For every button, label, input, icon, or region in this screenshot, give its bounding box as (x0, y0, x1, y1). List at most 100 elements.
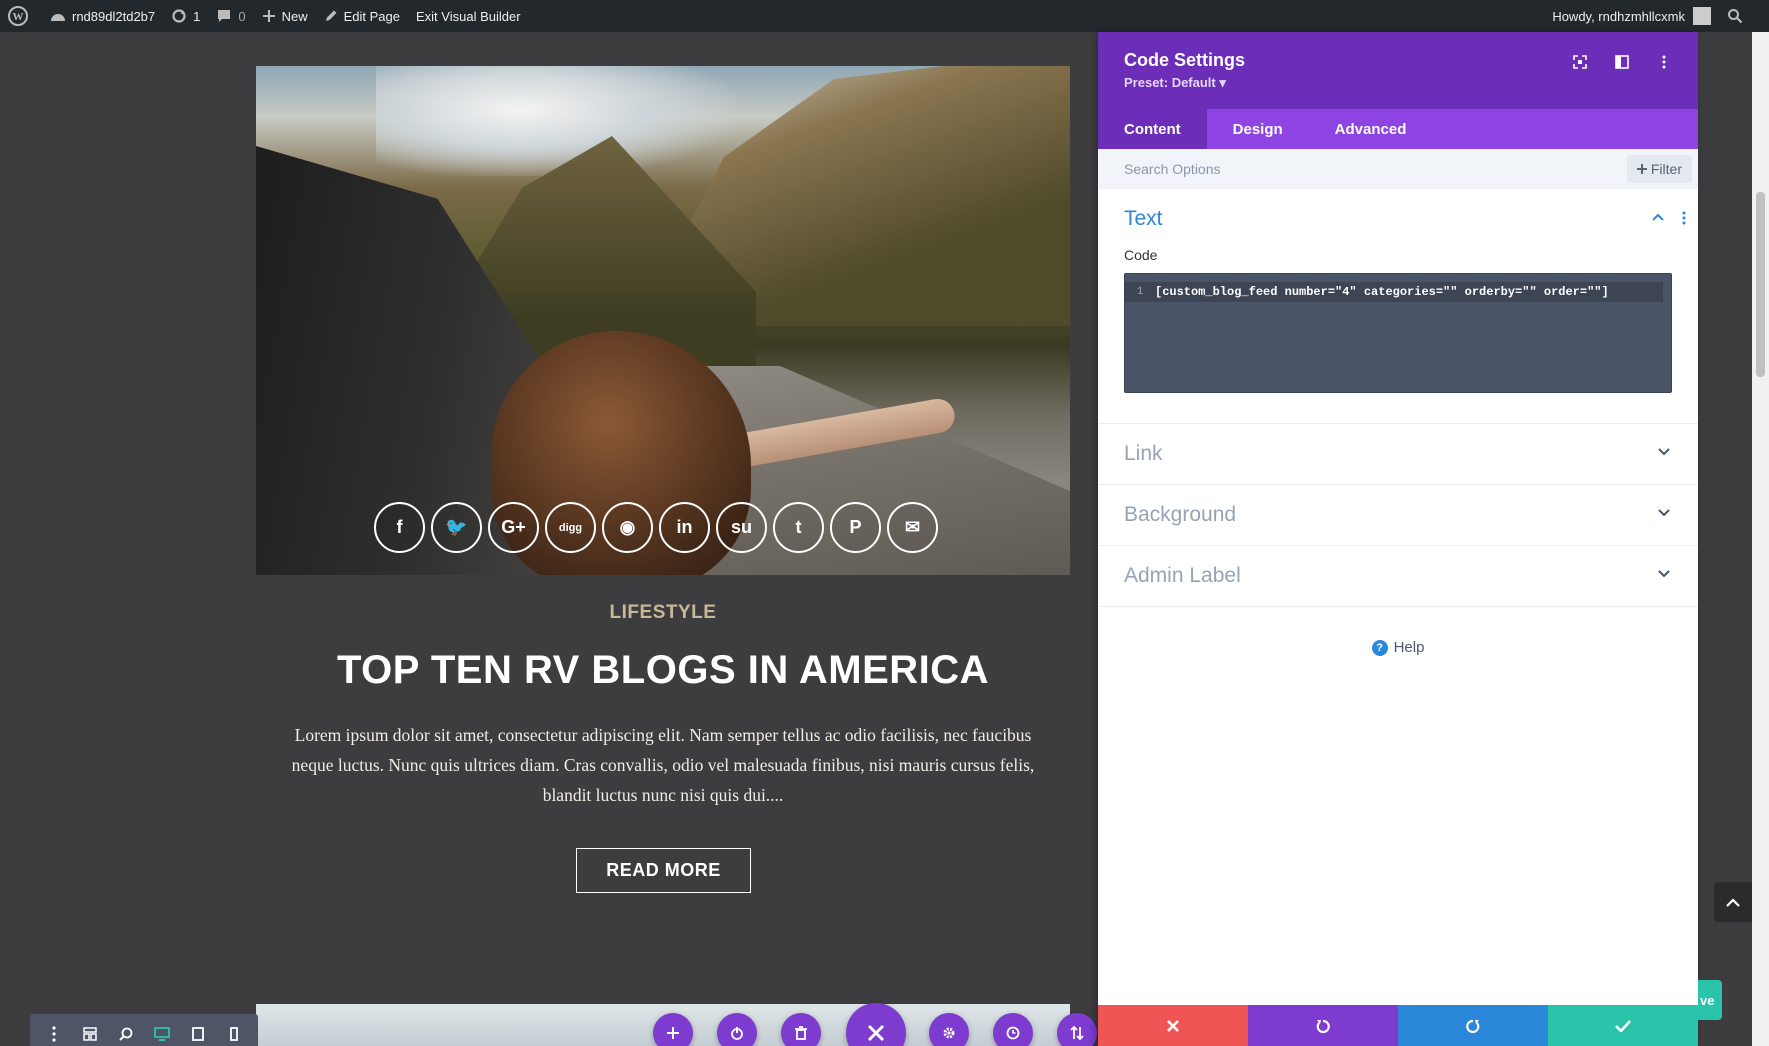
code-editor[interactable]: 1 [custom_blog_feed number="4" categorie… (1124, 273, 1672, 393)
email-share-button[interactable]: ✉ (887, 502, 938, 553)
search-icon (1728, 9, 1743, 24)
tab-advanced[interactable]: Advanced (1309, 109, 1433, 149)
page-scrollbar[interactable] (1752, 32, 1769, 1046)
split-view-button[interactable] (1614, 54, 1630, 70)
link-section: Link (1098, 424, 1698, 485)
zoom-icon (119, 1027, 133, 1041)
exit-builder-label: Exit Visual Builder (416, 8, 521, 24)
exit-visual-builder-link[interactable]: Exit Visual Builder (408, 0, 529, 32)
chevron-up-icon (1652, 213, 1664, 221)
history-button[interactable] (993, 1013, 1033, 1046)
reddit-icon: ◉ (619, 517, 636, 537)
my-account-link[interactable]: Howdy, rndhzmhllcxmk (1544, 0, 1719, 32)
zoom-button[interactable] (112, 1020, 140, 1046)
stumbleupon-share-button[interactable]: su (716, 502, 767, 553)
admin-label-section-toggle[interactable]: Admin Label (1098, 546, 1698, 606)
stumbleupon-icon: su (730, 517, 752, 537)
phone-view-button[interactable] (220, 1020, 248, 1046)
link-section-toggle[interactable]: Link (1098, 424, 1698, 484)
tablet-icon (192, 1027, 204, 1041)
phone-icon (230, 1027, 238, 1041)
help-link[interactable]: ? Help (1098, 639, 1698, 656)
tumblr-share-button[interactable]: t (773, 502, 824, 553)
save-peek-label: ve (1700, 992, 1715, 1008)
twitter-icon: 🐦 (445, 517, 468, 537)
tablet-view-button[interactable] (184, 1020, 212, 1046)
background-section-title: Background (1124, 503, 1237, 526)
comments-link[interactable]: 0 (208, 0, 253, 32)
wordpress-logo-icon[interactable]: W (0, 0, 42, 32)
text-section-toggle[interactable]: Text (1098, 189, 1698, 249)
tab-design[interactable]: Design (1207, 109, 1309, 149)
search-options-input[interactable] (1124, 161, 1524, 177)
portability-transfer-button[interactable] (1057, 1013, 1097, 1046)
desktop-icon (154, 1027, 170, 1041)
new-content-link[interactable]: New (254, 0, 316, 32)
add-module-button[interactable] (653, 1013, 693, 1046)
help-icon: ? (1371, 639, 1388, 656)
new-label: New (281, 8, 308, 24)
background-section-toggle[interactable]: Background (1098, 485, 1698, 545)
view-mode-toolbar (30, 1014, 258, 1046)
edit-page-link[interactable]: Edit Page (316, 0, 408, 32)
chevron-down-icon (1658, 570, 1670, 578)
filter-button[interactable]: Filter (1626, 155, 1692, 183)
panel-footer (1098, 1005, 1698, 1046)
redo-button[interactable] (1398, 1005, 1548, 1046)
save-changes-button[interactable] (1548, 1005, 1698, 1046)
link-section-title: Link (1124, 442, 1163, 465)
undo-button[interactable] (1248, 1005, 1398, 1046)
svg-text:W: W (13, 11, 24, 23)
twitter-share-button[interactable]: 🐦 (431, 502, 482, 553)
code-field-label: Code (1124, 247, 1158, 263)
chevron-down-icon (1658, 509, 1670, 517)
section-options-icon[interactable] (1682, 211, 1686, 225)
panel-header: Code Settings Preset: Default ▾ (1098, 32, 1698, 109)
facebook-share-button[interactable]: f (374, 502, 425, 553)
post-title[interactable]: TOP TEN RV BLOGS IN AMERICA (256, 648, 1070, 693)
site-name-link[interactable]: rnd89dl2td2b7 (42, 0, 163, 32)
pinterest-icon: P (849, 517, 862, 537)
desktop-view-button[interactable] (148, 1020, 176, 1046)
wp-admin-bar: W rnd89dl2td2b7 1 0 New Edit Page Exit V… (0, 0, 1769, 32)
updates-link[interactable]: 1 (163, 0, 208, 32)
tab-content[interactable]: Content (1098, 109, 1207, 149)
code-value[interactable]: [custom_blog_feed number="4" categories=… (1155, 285, 1609, 299)
back-to-top-button[interactable] (1714, 882, 1752, 922)
digg-share-button[interactable]: digg (545, 502, 596, 553)
checkmark-icon (1615, 1019, 1631, 1032)
clock-icon (1006, 1026, 1020, 1040)
builder-menu-button[interactable] (40, 1020, 68, 1046)
pinterest-share-button[interactable]: P (830, 502, 881, 553)
background-section: Background (1098, 485, 1698, 546)
google-plus-icon: G+ (501, 517, 526, 537)
linkedin-share-button[interactable]: in (659, 502, 710, 553)
panel-options-button[interactable] (1656, 54, 1672, 70)
line-number: 1 (1136, 286, 1144, 298)
read-more-button[interactable]: READ MORE (576, 848, 751, 893)
page-settings-button[interactable] (929, 1013, 969, 1046)
discard-changes-button[interactable] (1098, 1005, 1248, 1046)
dashboard-icon (51, 14, 65, 21)
page-preview: f 🐦 G+ digg ◉ in su t P ✉ LIFESTYLE TOP TEN RV BL… (0, 32, 1098, 1046)
delete-button[interactable] (781, 1013, 821, 1046)
scrollbar-thumb[interactable] (1756, 192, 1765, 377)
filter-label: Filter (1650, 161, 1682, 177)
edit-page-label: Edit Page (343, 8, 400, 24)
howdy-label: Howdy, rndhzmhllcxmk (1552, 8, 1685, 24)
trash-icon (795, 1026, 807, 1040)
preset-dropdown[interactable]: Preset: Default ▾ (1124, 75, 1672, 91)
digg-icon: digg (558, 521, 583, 534)
google-plus-share-button[interactable]: G+ (488, 502, 539, 553)
wireframe-view-button[interactable] (76, 1020, 104, 1046)
post-category[interactable]: LIFESTYLE (256, 602, 1070, 624)
site-name: rnd89dl2td2b7 (72, 8, 156, 24)
admin-search-button[interactable] (1719, 0, 1769, 32)
avatar (1693, 7, 1711, 25)
reddit-share-button[interactable]: ◉ (602, 502, 653, 553)
portability-button[interactable] (717, 1013, 757, 1046)
pencil-icon (325, 10, 337, 21)
fullscreen-button[interactable] (1572, 54, 1588, 70)
save-button-peek[interactable]: ve (1698, 980, 1722, 1020)
help-label: Help (1393, 639, 1425, 656)
